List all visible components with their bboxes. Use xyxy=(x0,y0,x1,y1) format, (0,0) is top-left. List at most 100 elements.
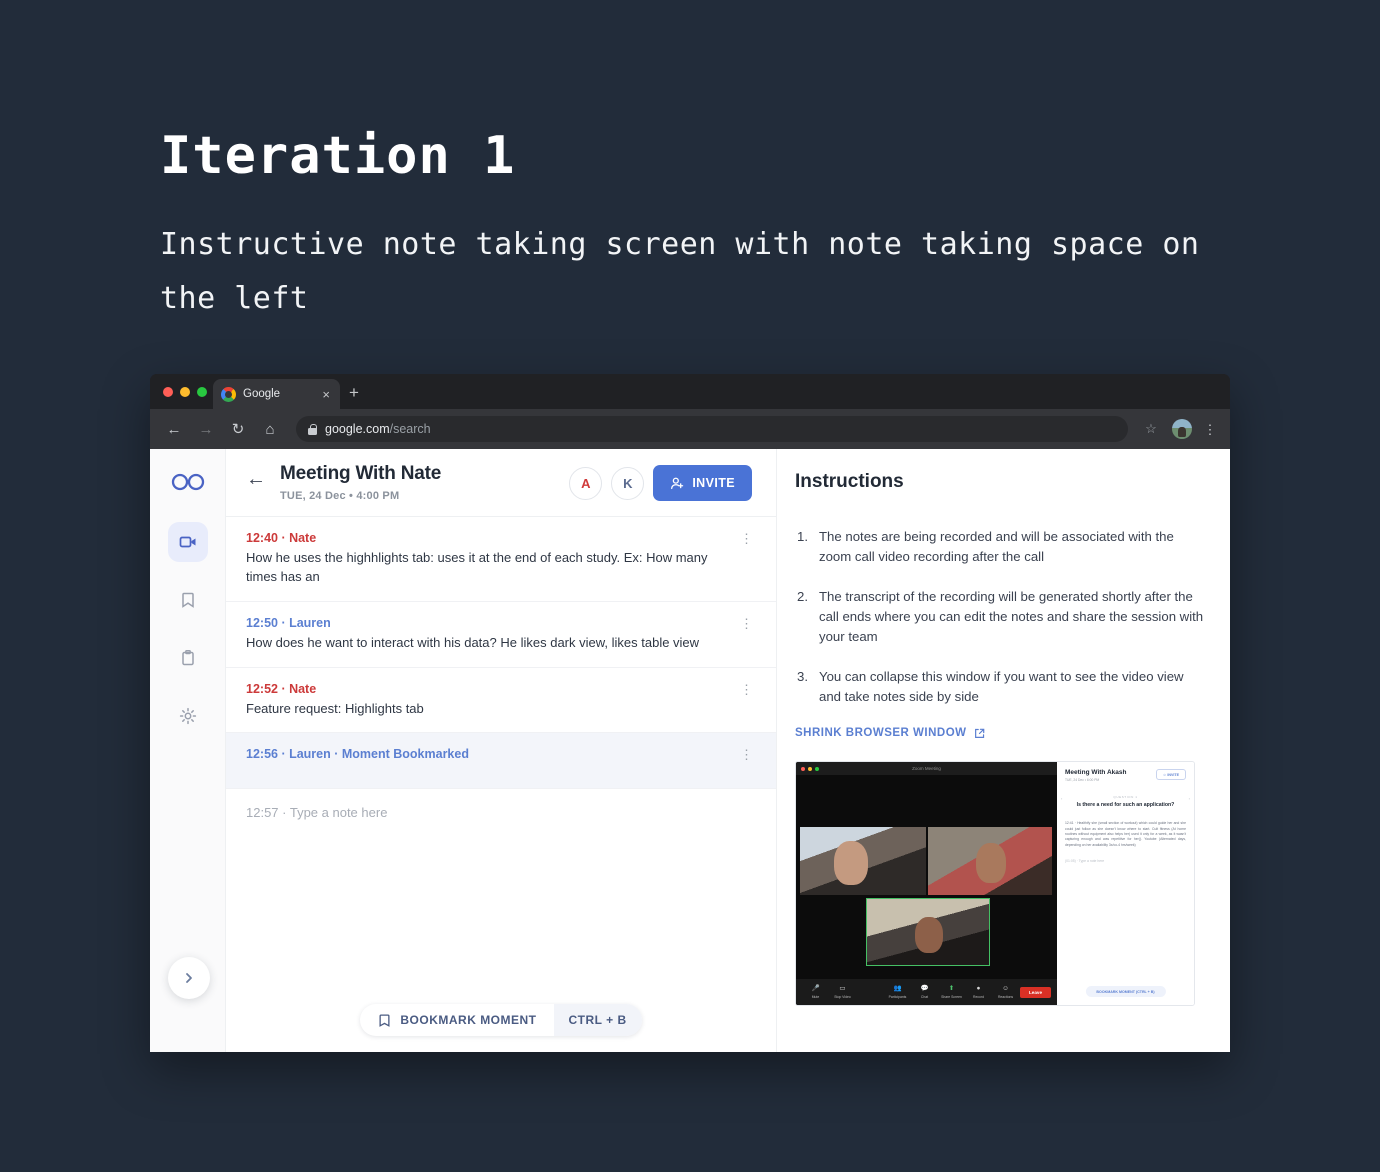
sidebar-item-clipboard[interactable] xyxy=(168,638,208,678)
instructions-list: The notes are being recorded and will be… xyxy=(795,527,1204,707)
zoom-window-controls xyxy=(801,766,819,771)
close-window-button[interactable] xyxy=(163,387,173,397)
invite-button[interactable]: INVITE xyxy=(653,465,752,501)
table-row[interactable]: 12:50 · Lauren How does he want to inter… xyxy=(226,602,776,668)
shrink-browser-window-link[interactable]: SHRINK BROWSER WINDOW xyxy=(795,727,1204,739)
zoom-tool-chat[interactable]: 💬 Chat xyxy=(911,986,938,999)
note-meta: 12:52 · Nate xyxy=(246,681,317,696)
video-camera-icon xyxy=(179,536,195,548)
sidebar xyxy=(150,449,226,1052)
bookmark-moment-button[interactable]: BOOKMARK MOMENT CTRL + B xyxy=(360,1004,642,1036)
new-note-input[interactable]: 12:57 · Type a note here xyxy=(226,789,776,836)
note-content: 12:40 · Nate How he uses the highhlights… xyxy=(246,531,728,587)
browser-toolbar: ← → ↻ ⌂ google.com/search ☆ ⋮ xyxy=(150,409,1230,449)
notes-bottom-bar: BOOKMARK MOMENT CTRL + B xyxy=(226,988,776,1052)
note-menu-icon[interactable]: ⋮ xyxy=(740,616,753,630)
lock-icon xyxy=(308,423,317,435)
sidebar-item-video[interactable] xyxy=(167,522,208,562)
page-subtitle: Instructive note taking screen with note… xyxy=(160,227,1200,316)
app-root: ← Meeting With Nate TUE, 24 Dec • 4:00 P… xyxy=(150,449,1230,1052)
infinity-logo-icon[interactable] xyxy=(171,473,205,496)
clipboard-icon xyxy=(181,650,194,666)
zoom-preview-note-placeholder[interactable]: (01:05) · Type a note here xyxy=(1065,859,1186,863)
address-bar[interactable]: google.com/search xyxy=(296,416,1128,442)
close-tab-icon[interactable]: × xyxy=(320,388,332,401)
note-text: How does he want to interact with his da… xyxy=(246,634,700,650)
reactions-icon: ☺ xyxy=(1002,985,1009,993)
video-tile xyxy=(866,898,990,967)
tab-label: Google xyxy=(243,388,281,400)
profile-avatar[interactable] xyxy=(1172,419,1192,439)
zoom-tool-participants[interactable]: 👥 Participants xyxy=(884,986,911,999)
note-menu-icon[interactable]: ⋮ xyxy=(740,682,753,696)
zoom-video-area: Zoom Meeting 🎤 Mute ▭ Stop Video 👥 Parti… xyxy=(796,762,1057,1006)
note-text: How he uses the highhlights tab: uses it… xyxy=(246,550,708,584)
meeting-title: Meeting With Nate xyxy=(280,463,442,484)
bookmark-shortcut: CTRL + B xyxy=(553,1004,642,1036)
meeting-header: ← Meeting With Nate TUE, 24 Dec • 4:00 P… xyxy=(226,449,776,517)
zoom-window-bar: Zoom Meeting xyxy=(796,762,1057,776)
note-menu-icon[interactable]: ⋮ xyxy=(740,531,753,545)
invite-label: INVITE xyxy=(692,476,735,490)
zoom-preview-meeting-date: TUE, 24 Dec • 6:00 PM xyxy=(1065,778,1100,783)
note-meta: 12:50 · Lauren xyxy=(246,615,331,630)
zoom-tool-reactions[interactable]: ☺ Reactions xyxy=(992,986,1019,999)
address-text: google.com/search xyxy=(325,422,431,436)
table-row[interactable]: 12:56 · Lauren · Moment Bookmarked ⋮ xyxy=(226,733,776,790)
zoom-preview-bookmark-button[interactable]: BOOKMARK MOMENT (CTRL + B) xyxy=(1085,986,1166,998)
new-tab-button[interactable]: + xyxy=(349,384,359,401)
window-controls[interactable] xyxy=(163,387,207,397)
instructions-panel: Instructions The notes are being recorde… xyxy=(777,449,1230,1052)
zoom-tool-mute[interactable]: 🎤 Mute xyxy=(802,986,829,999)
bookmark-moment-main[interactable]: BOOKMARK MOMENT xyxy=(360,1004,553,1036)
google-icon xyxy=(221,386,236,402)
list-item: The transcript of the recording will be … xyxy=(797,587,1204,645)
bookmark-icon xyxy=(379,1013,390,1027)
note-meta: 12:40 · Nate xyxy=(246,531,317,545)
sidebar-item-bookmarks[interactable] xyxy=(168,580,208,620)
zoom-preview-header: Meeting With Akash TUE, 24 Dec • 6:00 PM… xyxy=(1065,769,1186,782)
zoom-tool-stop-video[interactable]: ▭ Stop Video xyxy=(829,986,856,999)
home-icon[interactable]: ⌂ xyxy=(256,415,284,443)
shrink-browser-window-label: SHRINK BROWSER WINDOW xyxy=(795,727,967,740)
chat-icon: 💬 xyxy=(920,985,929,993)
leave-meeting-button[interactable]: Leave xyxy=(1019,986,1051,998)
note-menu-icon[interactable]: ⋮ xyxy=(740,747,753,761)
expand-sidebar-button[interactable] xyxy=(168,957,210,999)
forward-icon[interactable]: → xyxy=(192,415,220,443)
reload-icon[interactable]: ↻ xyxy=(224,415,252,443)
zoom-preview-meeting-title: Meeting With Akash xyxy=(1065,769,1127,777)
zoom-preview-notes: Meeting With Akash TUE, 24 Dec • 6:00 PM… xyxy=(1057,762,1194,1006)
bookmark-moment-label: BOOKMARK MOMENT xyxy=(400,1013,537,1027)
browser-tab[interactable]: Google × xyxy=(213,379,340,409)
list-item: The notes are being recorded and will be… xyxy=(797,527,1174,565)
avatar[interactable]: A xyxy=(569,466,603,500)
video-icon: ▭ xyxy=(839,985,846,993)
zoom-tool-share-screen[interactable]: ⬆ Share Screen xyxy=(938,986,965,999)
maximize-window-button[interactable] xyxy=(197,387,207,397)
zoom-preview-thumbnail[interactable]: Zoom Meeting 🎤 Mute ▭ Stop Video 👥 Parti… xyxy=(795,761,1195,1007)
prev-question-icon[interactable]: ‹ xyxy=(1061,796,1062,801)
note-content: 12:56 · Lauren · Moment Bookmarked xyxy=(246,747,728,765)
back-button[interactable]: ← xyxy=(246,469,266,489)
browser-menu-icon[interactable]: ⋮ xyxy=(1200,423,1220,436)
minimize-window-button[interactable] xyxy=(180,387,190,397)
star-icon[interactable]: ☆ xyxy=(1140,421,1162,437)
video-tile xyxy=(800,827,926,896)
sidebar-item-settings[interactable] xyxy=(168,696,208,736)
note-content: 12:50 · Lauren How does he want to inter… xyxy=(246,616,728,653)
notes-panel: ← Meeting With Nate TUE, 24 Dec • 4:00 P… xyxy=(226,449,777,1052)
zoom-tool-record[interactable]: ● Record xyxy=(965,986,992,999)
zoom-video-grid xyxy=(796,775,1057,979)
note-content: 12:52 · Nate Feature request: Highlights… xyxy=(246,682,728,719)
table-row[interactable]: 12:52 · Nate Feature request: Highlights… xyxy=(226,668,776,734)
avatar[interactable]: K xyxy=(611,466,645,500)
zoom-preview-invite-button[interactable]: ☺ INVITE xyxy=(1155,769,1186,781)
gear-icon xyxy=(179,707,196,725)
zoom-toolbar[interactable]: 🎤 Mute ▭ Stop Video 👥 Participants � xyxy=(796,979,1057,1006)
back-icon[interactable]: ← xyxy=(160,415,188,443)
next-question-icon[interactable]: › xyxy=(1189,796,1190,801)
note-text: Feature request: Highlights tab xyxy=(246,700,424,716)
note-meta: 12:56 · Lauren · Moment Bookmarked xyxy=(246,747,469,762)
table-row[interactable]: 12:40 · Nate How he uses the highhlights… xyxy=(226,517,776,602)
